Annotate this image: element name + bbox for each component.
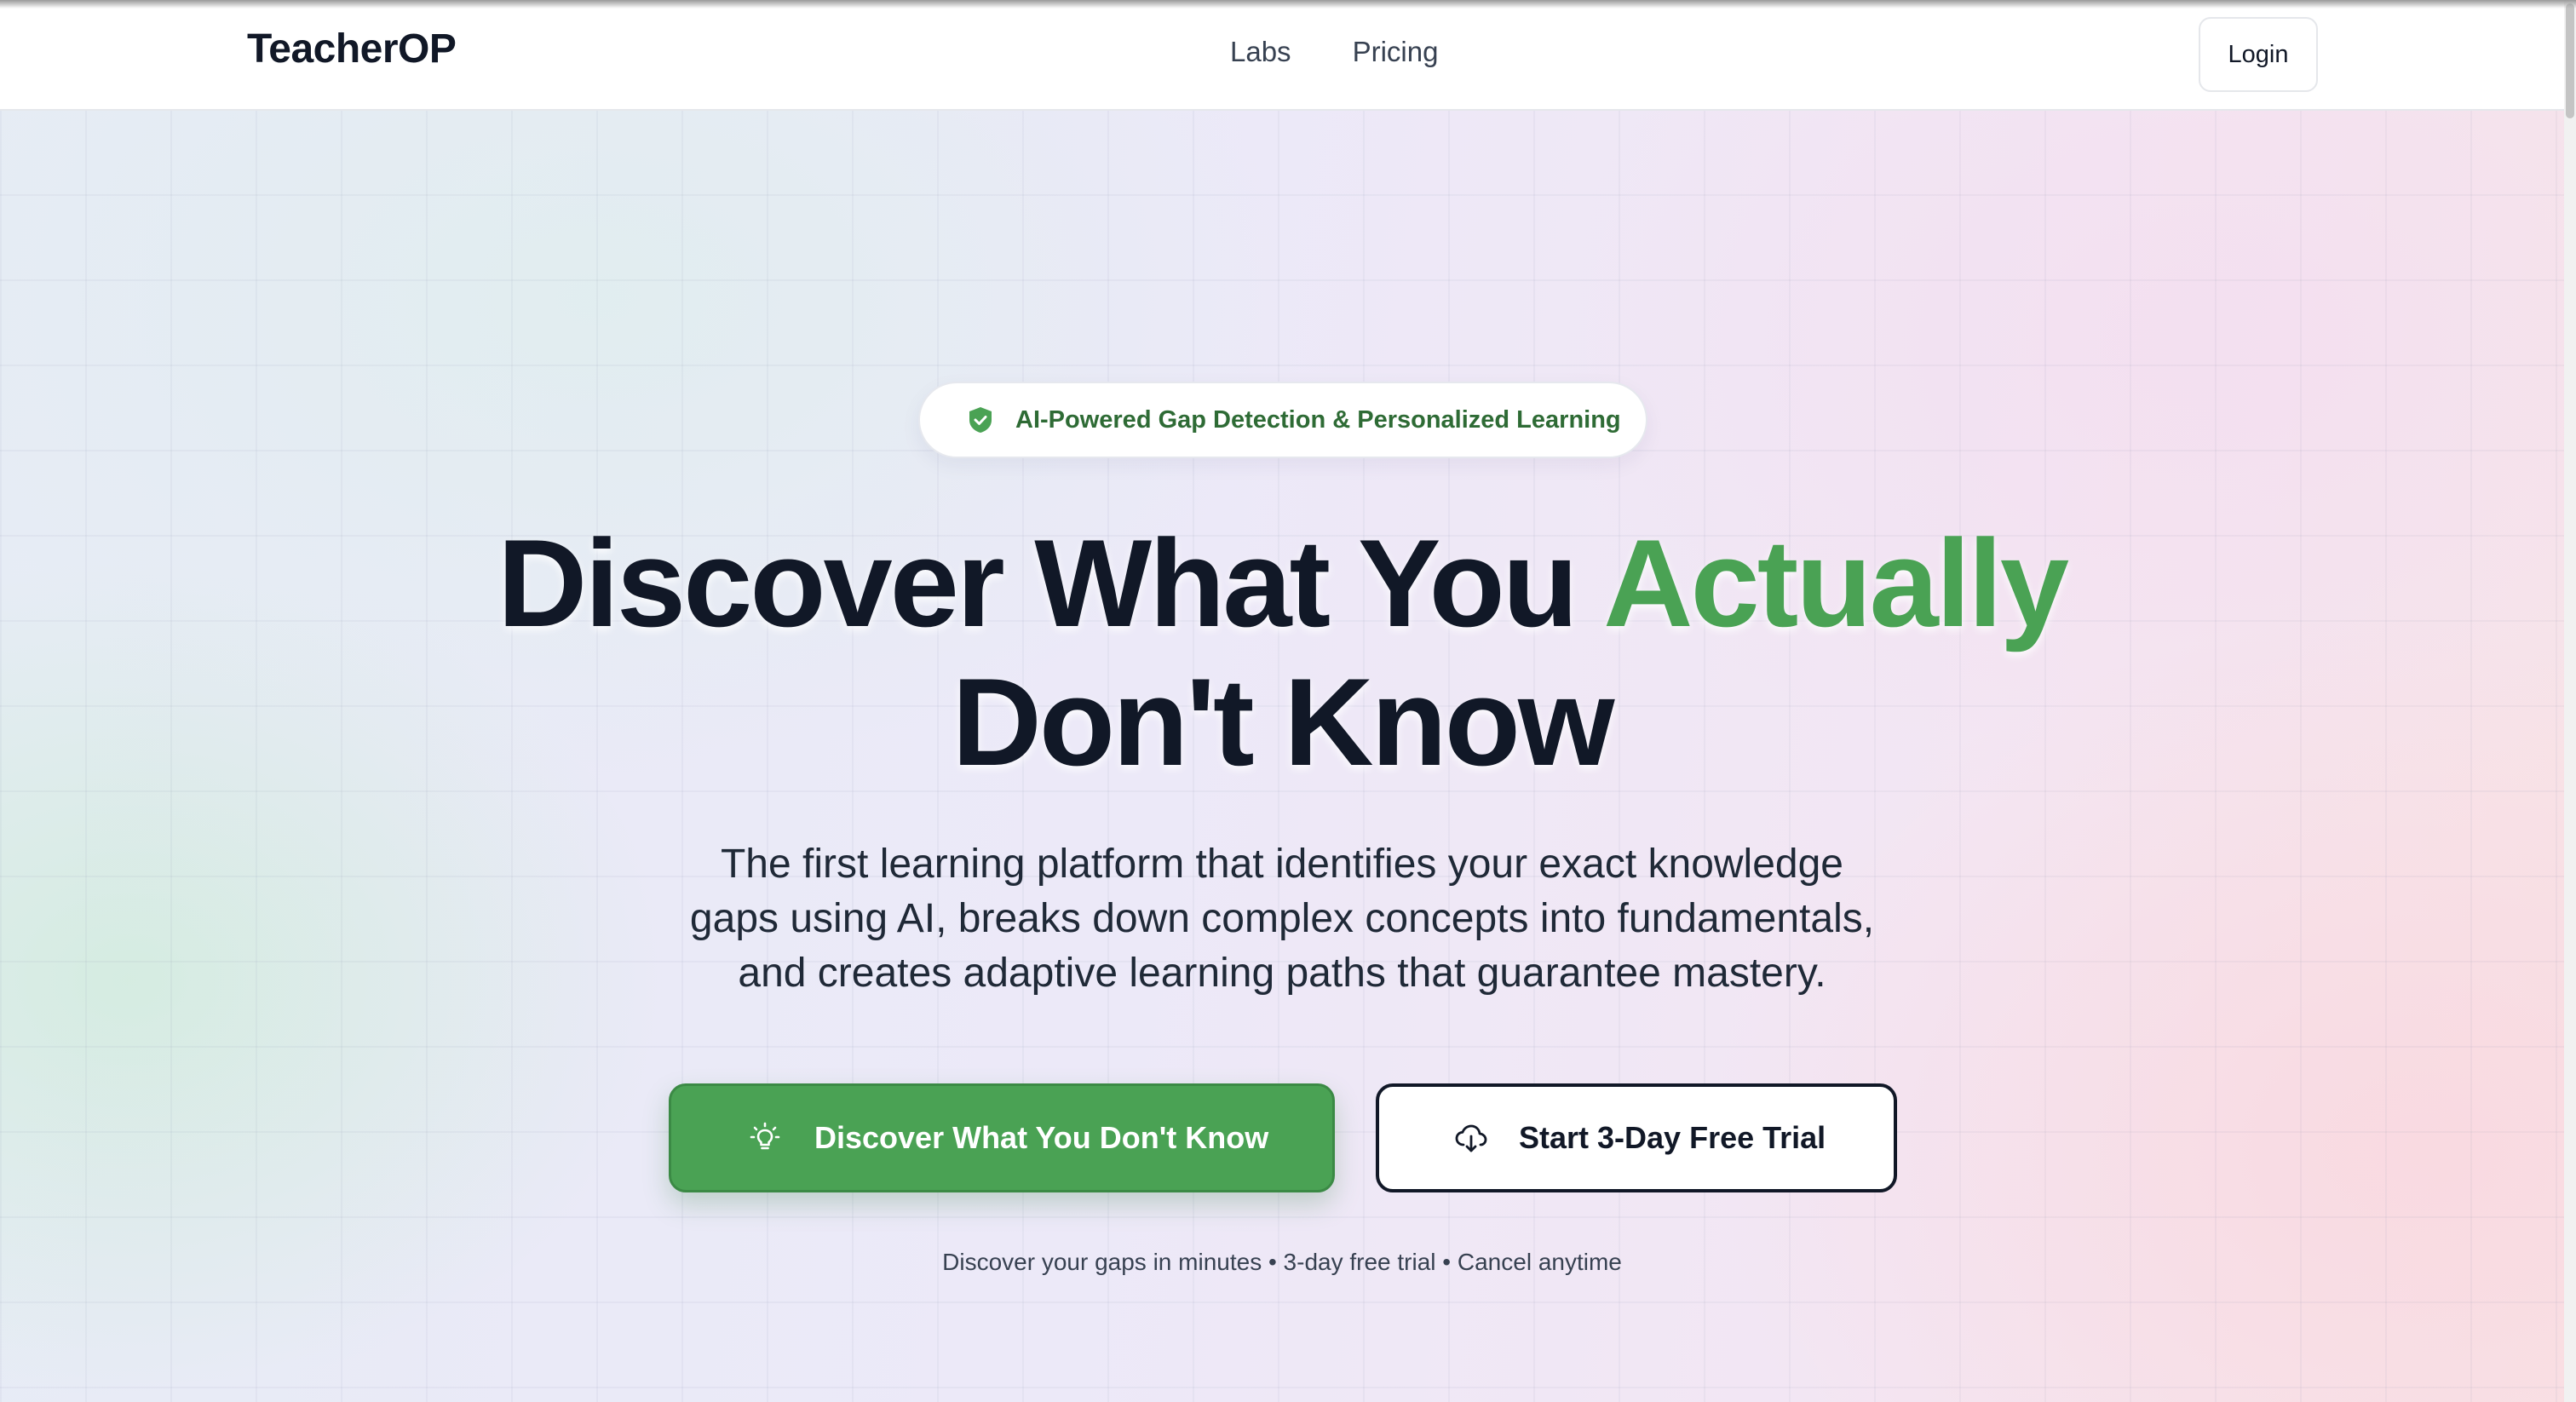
scrollbar[interactable]: [2564, 0, 2576, 1402]
discover-gaps-button[interactable]: Discover What You Don't Know: [669, 1083, 1335, 1192]
landing-page: TeacherOP Labs Pricing Login AI-Powered …: [0, 0, 2576, 1402]
start-free-trial-button-label: Start 3-Day Free Trial: [1519, 1120, 1826, 1155]
login-button[interactable]: Login: [2199, 17, 2318, 92]
hero-subtext: The first learning platform that identif…: [0, 837, 2564, 1001]
subtext-line: and creates adaptive learning paths that…: [738, 951, 1826, 996]
nav-link-pricing[interactable]: Pricing: [1353, 36, 1439, 68]
nav-link-labs[interactable]: Labs: [1230, 36, 1291, 68]
badge-text: AI-Powered Gap Detection & Personalized …: [1015, 405, 1621, 434]
feature-badge: AI-Powered Gap Detection & Personalized …: [918, 382, 1647, 458]
hero-headline-line-2: Don't Know: [952, 652, 1614, 791]
site-header: TeacherOP Labs Pricing Login: [0, 0, 2564, 111]
start-free-trial-button[interactable]: Start 3-Day Free Trial: [1376, 1083, 1897, 1192]
cloud-download-icon: [1452, 1119, 1490, 1157]
shield-check-icon: [964, 404, 997, 436]
scrollbar-thumb[interactable]: [2566, 3, 2574, 118]
logo[interactable]: TeacherOP: [247, 26, 457, 72]
hero-fineprint: Discover your gaps in minutes • 3-day fr…: [942, 1249, 1622, 1275]
subtext-line: gaps using AI, breaks down complex conce…: [689, 896, 1875, 941]
discover-gaps-button-label: Discover What You Don't Know: [814, 1120, 1269, 1155]
top-shadow: [0, 0, 2576, 9]
main-nav: Labs Pricing: [1230, 36, 1438, 68]
hero-headline-line-1: Discover What You Actually: [0, 521, 2564, 646]
lightbulb-icon: [746, 1119, 784, 1157]
headline-main: Discover What You: [497, 514, 1604, 652]
subtext-line: The first learning platform that identif…: [720, 842, 1843, 887]
headline-accent: Actually: [1603, 514, 2069, 652]
